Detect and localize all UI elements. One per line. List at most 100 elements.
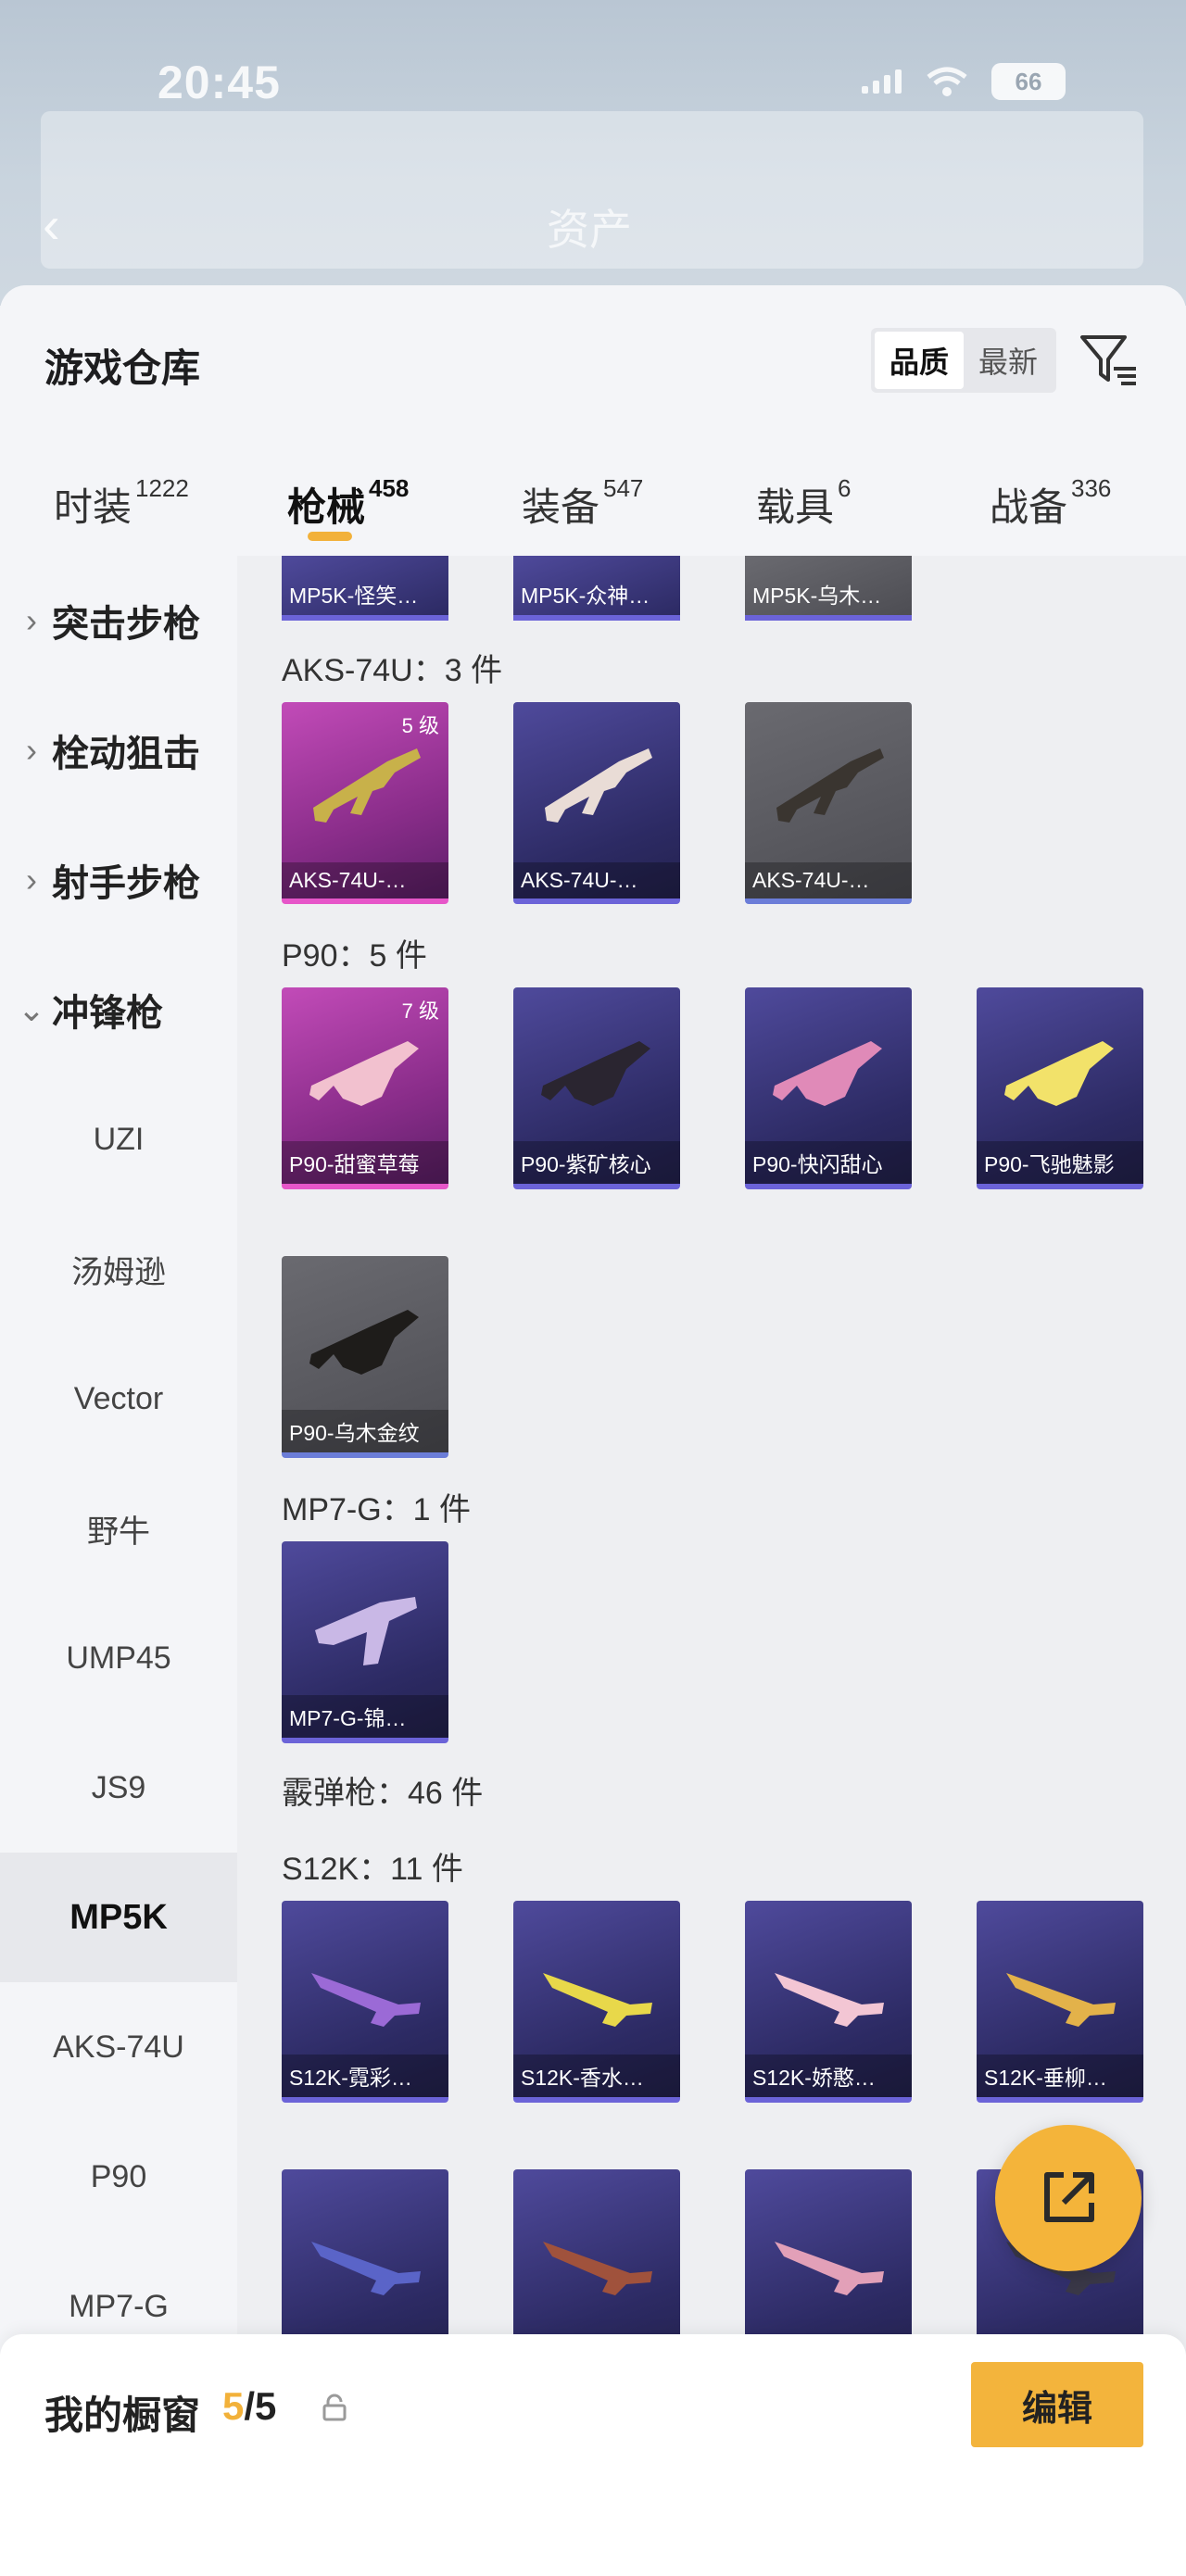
shotgun-icon (311, 2242, 421, 2295)
weapon-name: AKS-74U-… (282, 862, 448, 898)
shotgun-icon (311, 1973, 421, 2027)
tab-label: 枪械 (287, 485, 366, 529)
weapon-name: AKS-74U-… (513, 862, 680, 898)
weapon-name: MP5K-乌木… (752, 584, 882, 608)
smg-icon (315, 1597, 417, 1665)
weapon-card[interactable]: MP7-G-锦… (282, 1541, 448, 1743)
battery-icon: 66 (991, 63, 1066, 100)
chevron-right-icon: › (26, 731, 37, 769)
weapon-name: S12K-娇憨… (745, 2055, 912, 2097)
section-title-aks74u: AKS-74U：3 件 (282, 653, 503, 688)
tab-label: 载具 (756, 485, 835, 529)
weapon-card[interactable]: P90-乌木金纹 (282, 1256, 448, 1458)
weapon-card[interactable]: P90-紫矿核心 (513, 987, 680, 1189)
category-label: 冲锋枪 (52, 993, 163, 1034)
section-title-s12k: S12K：11 件 (282, 1852, 463, 1887)
weapon-card[interactable]: MP5K-怪笑… (282, 556, 448, 621)
weapon-card[interactable]: 7 级 P90-甜蜜草莓 (282, 987, 448, 1189)
tab-label: 时装 (54, 485, 132, 529)
filter-icon[interactable] (1079, 332, 1140, 389)
chevron-down-icon: ⌄ (17, 990, 46, 1028)
active-tab-indicator (308, 532, 352, 541)
weapon-card[interactable]: S12K-垂柳… (977, 1901, 1143, 2103)
shotgun-icon (775, 1973, 884, 2027)
sidebar-item-uzi[interactable]: UZI (0, 1074, 237, 1204)
shotgun-icon (775, 2242, 884, 2295)
sort-latest[interactable]: 最新 (964, 332, 1053, 389)
tab-vehicles[interactable]: 载具 6 (756, 474, 852, 533)
smg-icon (1004, 1041, 1114, 1106)
sidebar-item-vector[interactable]: Vector (0, 1334, 237, 1464)
weapon-card[interactable]: AKS-74U-… (745, 702, 912, 904)
tab-count: 6 (838, 474, 852, 502)
weapon-card[interactable]: P90-快闪甜心 (745, 987, 912, 1189)
category-label: 射手步枪 (52, 863, 200, 904)
smg-icon (773, 1041, 882, 1106)
sort-toggle[interactable]: 品质 最新 (871, 328, 1056, 393)
background-title: 资产 (547, 206, 632, 254)
showcase-title: 我的橱窗 (44, 2394, 201, 2437)
chevron-right-icon: › (26, 601, 37, 639)
wifi-icon (927, 67, 967, 96)
weapon-name: P90-飞驰魅影 (977, 1141, 1143, 1184)
sidebar-item-ump45[interactable]: UMP45 (0, 1593, 237, 1723)
weapon-card[interactable]: S12K-霓彩… (282, 1901, 448, 2103)
showcase-bar: 我的橱窗 5/5 编辑 (0, 2334, 1186, 2576)
showcase-current: 5 (222, 2384, 245, 2428)
smg-icon (541, 1041, 650, 1106)
weapon-name: P90-快闪甜心 (745, 1141, 912, 1184)
tab-firearms[interactable]: 枪械 458 (287, 474, 409, 533)
sidebar-item-aks74u[interactable]: AKS-74U (0, 1982, 237, 2112)
section-title-p90: P90：5 件 (282, 938, 427, 974)
edit-button[interactable]: 编辑 (971, 2362, 1143, 2447)
background-header: 20:45 66 ‹ 资产 (0, 0, 1186, 306)
category-label: 突击步枪 (52, 604, 200, 645)
tab-count: 336 (1071, 474, 1112, 502)
weapon-card[interactable]: MP5K-乌木… (745, 556, 912, 621)
sidebar-item-bizon[interactable]: 野牛 (0, 1464, 237, 1593)
section-title-shotgun: 霰弹枪：46 件 (282, 1776, 484, 1811)
weapon-name: AKS-74U-… (745, 862, 912, 898)
tab-gear[interactable]: 战备 336 (990, 474, 1112, 533)
weapon-grid: MP5K-怪笑… MP5K-众神… MP5K-乌木… AKS-74U：3 件 5… (237, 556, 1186, 2575)
weapon-card[interactable]: P90-飞驰魅影 (977, 987, 1143, 1189)
weapon-card[interactable]: S12K-娇憨… (745, 1901, 912, 2103)
weapon-name: S12K-香水… (513, 2055, 680, 2097)
category-bolt-sniper[interactable]: › 栓动狙击 (0, 685, 237, 815)
back-icon[interactable]: ‹ (43, 195, 60, 255)
sidebar-item-p90[interactable]: P90 (0, 2112, 237, 2242)
weapon-name: S12K-霓彩… (282, 2055, 448, 2097)
signal-icon (862, 69, 902, 94)
tab-fashion[interactable]: 时装 1222 (54, 474, 189, 533)
shotgun-icon (543, 2242, 652, 2295)
tab-equipment[interactable]: 装备 547 (522, 474, 643, 533)
rifle-icon (545, 748, 652, 823)
chevron-right-icon: › (26, 861, 37, 898)
weapon-card[interactable]: 5 级 AKS-74U-… (282, 702, 448, 904)
shotgun-icon (1006, 1973, 1116, 2027)
showcase-count: 5/5 (222, 2384, 276, 2429)
share-icon (1044, 2172, 1094, 2222)
category-tabs: 时装 1222 枪械 458 装备 547 载具 6 战备 336 (0, 458, 1186, 559)
weapon-card[interactable]: S12K-香水… (513, 1901, 680, 2103)
weapon-card[interactable]: MP5K-众神… (513, 556, 680, 621)
sort-quality[interactable]: 品质 (875, 332, 964, 389)
sidebar-item-mp5k[interactable]: MP5K (0, 1853, 237, 1982)
category-marksman-rifle[interactable]: › 射手步枪 (0, 815, 237, 945)
tab-count: 1222 (135, 474, 189, 502)
weapon-sidebar: › 突击步枪 › 栓动狙击 › 射手步枪 ⌄ 冲锋枪 UZI 汤姆逊 Vector 野牛… (0, 556, 237, 2575)
weapon-card[interactable]: AKS-74U-… (513, 702, 680, 904)
sidebar-item-thompson[interactable]: 汤姆逊 (0, 1204, 237, 1334)
category-smg[interactable]: ⌄ 冲锋枪 (0, 945, 237, 1074)
status-icons: 66 (862, 63, 1066, 100)
tab-label: 战备 (990, 485, 1068, 529)
shotgun-icon (543, 1973, 652, 2027)
share-button[interactable] (995, 2125, 1142, 2271)
showcase-total: /5 (244, 2384, 277, 2428)
weapon-name: MP5K-众神… (521, 584, 650, 608)
section-title-mp7g: MP7-G：1 件 (282, 1492, 472, 1527)
category-assault-rifle[interactable]: › 突击步枪 (0, 556, 237, 685)
weapon-name: S12K-垂柳… (977, 2055, 1143, 2097)
category-label: 栓动狙击 (52, 734, 200, 774)
sidebar-item-js9[interactable]: JS9 (0, 1723, 237, 1853)
